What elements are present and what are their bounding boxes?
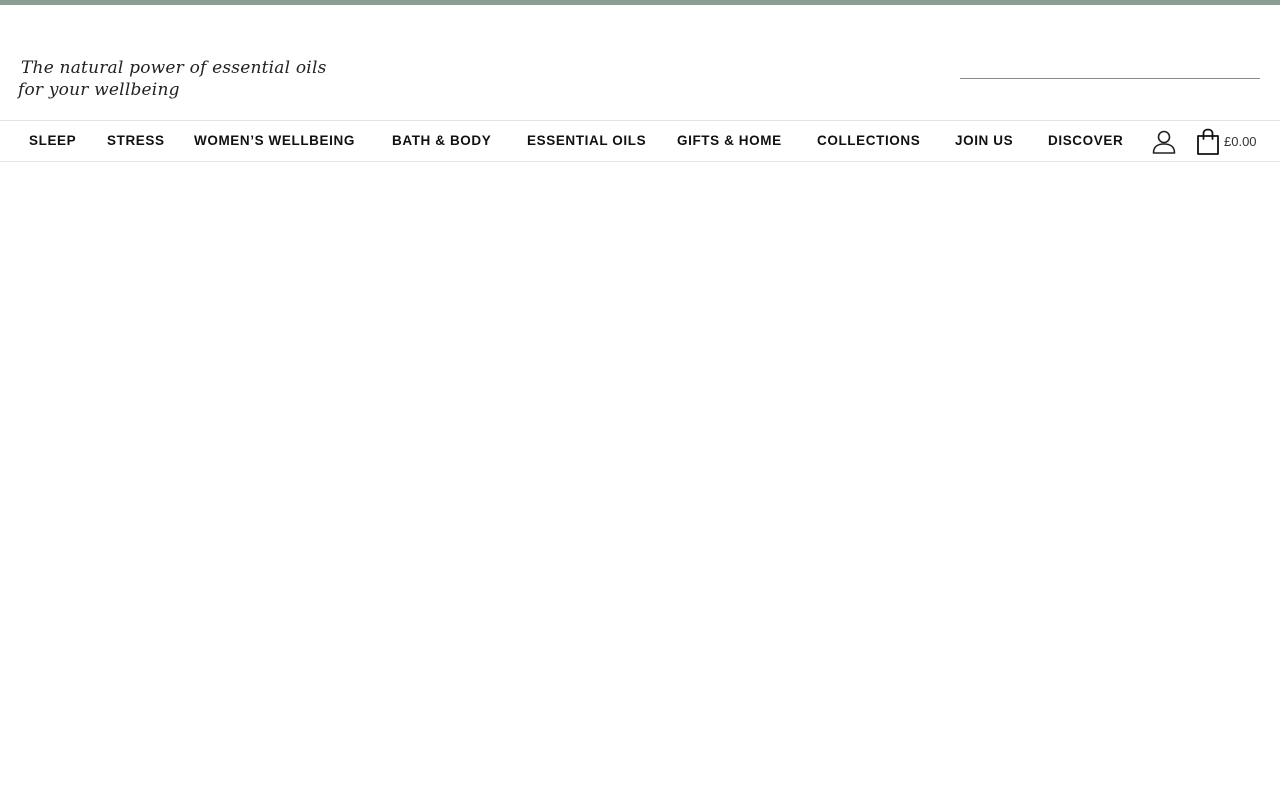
shopping-bag-icon (1196, 128, 1220, 156)
search-input[interactable] (960, 55, 1260, 79)
nav-item-gifts-home[interactable]: GIFTS & HOME (677, 121, 782, 161)
site-header: The natural power of essential oils for … (0, 5, 1280, 120)
user-icon[interactable] (1151, 130, 1177, 154)
main-content (0, 162, 1280, 800)
search-bar (960, 55, 1260, 81)
main-navigation: SLEEP STRESS WOMEN’S WELLBEING BATH & BO… (0, 120, 1280, 162)
brand-tagline: The natural power of essential oils for … (18, 57, 327, 101)
cart-total: £0.00 (1224, 134, 1257, 149)
nav-item-sleep[interactable]: SLEEP (29, 121, 76, 161)
nav-item-join-us[interactable]: JOIN US (955, 121, 1013, 161)
nav-item-discover[interactable]: DISCOVER (1048, 121, 1123, 161)
nav-item-essential-oils[interactable]: ESSENTIAL OILS (527, 121, 646, 161)
nav-item-bath-body[interactable]: BATH & BODY (392, 121, 491, 161)
nav-item-stress[interactable]: STRESS (107, 121, 165, 161)
nav-item-womens-wellbeing[interactable]: WOMEN’S WELLBEING (194, 121, 355, 161)
tagline-line-2: for your wellbeing (18, 80, 180, 100)
tagline-line-1: The natural power of essential oils (21, 58, 327, 78)
nav-item-collections[interactable]: COLLECTIONS (817, 121, 920, 161)
